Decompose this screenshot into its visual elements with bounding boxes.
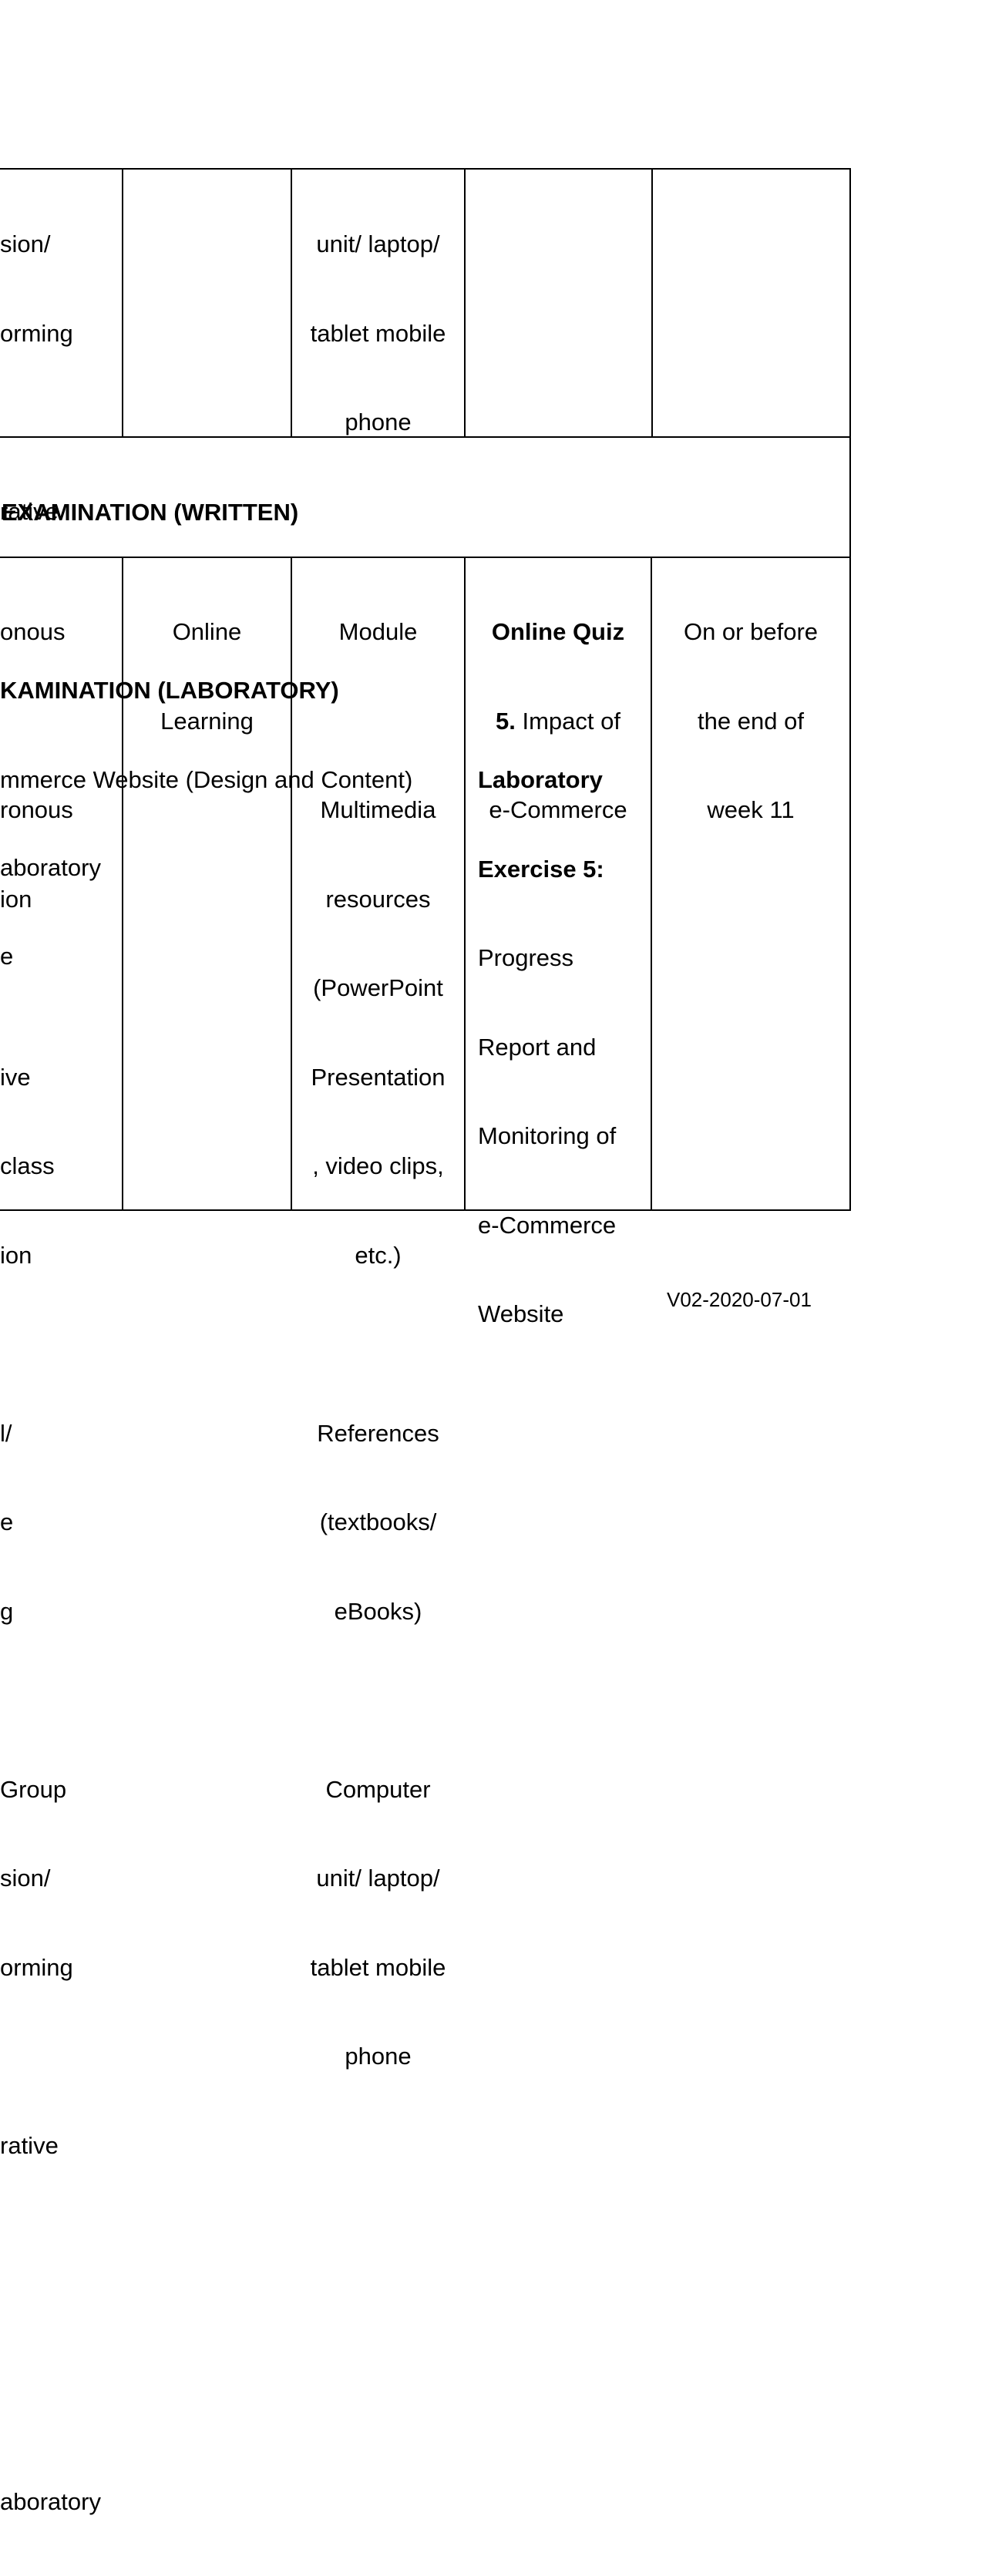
text-line: ronous [0, 796, 73, 823]
text-line: Computer [325, 1775, 431, 1803]
table-right-border-exam [849, 436, 851, 558]
text-line: Group [0, 1775, 67, 1803]
text-line: eBooks) [334, 1597, 422, 1625]
text-line [0, 974, 101, 1004]
text-line: ion [0, 1241, 32, 1269]
text-line [0, 2309, 101, 2339]
text-line: g [0, 1597, 14, 1625]
text-line: Report and [478, 1033, 597, 1061]
table-right-border-row2 [849, 557, 851, 1211]
row2-col2-mode: Online Learning [123, 558, 291, 795]
lab-exercise-title-2: Exercise 5: [478, 855, 604, 883]
row2-col5-deadline: On or before the end of week 11 [652, 558, 849, 885]
text-line [0, 2398, 101, 2428]
text-line: l/ [0, 1419, 12, 1447]
row2-col1-strategies: onous ronous ion ive class ion l/ e g Gr… [0, 558, 101, 2576]
text-line: Learning [160, 707, 254, 735]
text-line: ive [0, 1063, 31, 1091]
text-line: Presentation [311, 1063, 446, 1091]
text-line: orming [0, 319, 73, 347]
row2-col3-resources: Module Multimedia resources (PowerPoint … [292, 558, 464, 2131]
text-line [0, 707, 101, 737]
text-line [292, 1330, 464, 1360]
col-divider-1-row1 [122, 168, 123, 438]
text-line: orming [0, 1953, 73, 1981]
text-line [0, 1330, 101, 1360]
text-line: phone [345, 2043, 412, 2070]
text-line: aboratory [0, 2487, 101, 2515]
text-line [292, 707, 464, 737]
text-line: class [0, 1152, 55, 1179]
text-line [0, 2042, 101, 2072]
text-line: the end of [698, 707, 804, 735]
text-line: sion/ [0, 1865, 51, 1892]
text-line: e-Commerce [478, 1211, 617, 1239]
col-divider-4-row1 [651, 168, 653, 438]
text-line: (textbooks/ [319, 1508, 437, 1535]
text-line: On or before [683, 618, 819, 645]
text-line: Multimedia [320, 796, 436, 823]
text-line: tablet mobile [310, 1953, 446, 1981]
text-line: Website [478, 1300, 564, 1327]
text-line: sion/ [0, 230, 51, 257]
text-line: Module [338, 618, 418, 645]
document-page: sion/ orming rative aboratory e unit/ la… [0, 0, 982, 2515]
text-line: tablet mobile [310, 319, 446, 347]
text-line: rative [0, 2131, 59, 2159]
text-line: Monitoring of [478, 1122, 617, 1149]
text-line: phone [345, 409, 412, 435]
text-line [292, 1686, 464, 1716]
text-line [0, 408, 101, 438]
text-line: etc.) [355, 1241, 402, 1269]
text-line: week 11 [707, 796, 795, 823]
lab-exercise-title-1: Laboratory [478, 766, 603, 793]
text-line: References [317, 1419, 439, 1447]
text-line: unit/ laptop/ [316, 1865, 440, 1892]
table-right-border-row1 [849, 168, 851, 438]
row2-col4-lab-exercise: Laboratory Exercise 5: Progress Report a… [478, 706, 616, 1389]
text-line [0, 2220, 101, 2250]
text-line: (PowerPoint [313, 974, 443, 1001]
text-line: onous [0, 618, 66, 645]
text-line: resources [325, 885, 431, 913]
exam-written-title: EXAMINATION (WRITTEN) [2, 499, 299, 526]
col-divider-3-row1 [464, 168, 466, 438]
text-line: unit/ laptop/ [316, 230, 440, 257]
version-footer: V02-2020-07-01 [667, 1288, 812, 1311]
text-line: ion [0, 885, 32, 913]
text-line: Online [172, 618, 242, 645]
online-quiz-title: Online Quiz [491, 618, 625, 645]
table-top-border [0, 168, 851, 170]
text-line: e [0, 1508, 14, 1535]
text-line: , video clips, [312, 1152, 444, 1179]
text-line: Progress [478, 944, 574, 971]
text-line [0, 1686, 101, 1716]
